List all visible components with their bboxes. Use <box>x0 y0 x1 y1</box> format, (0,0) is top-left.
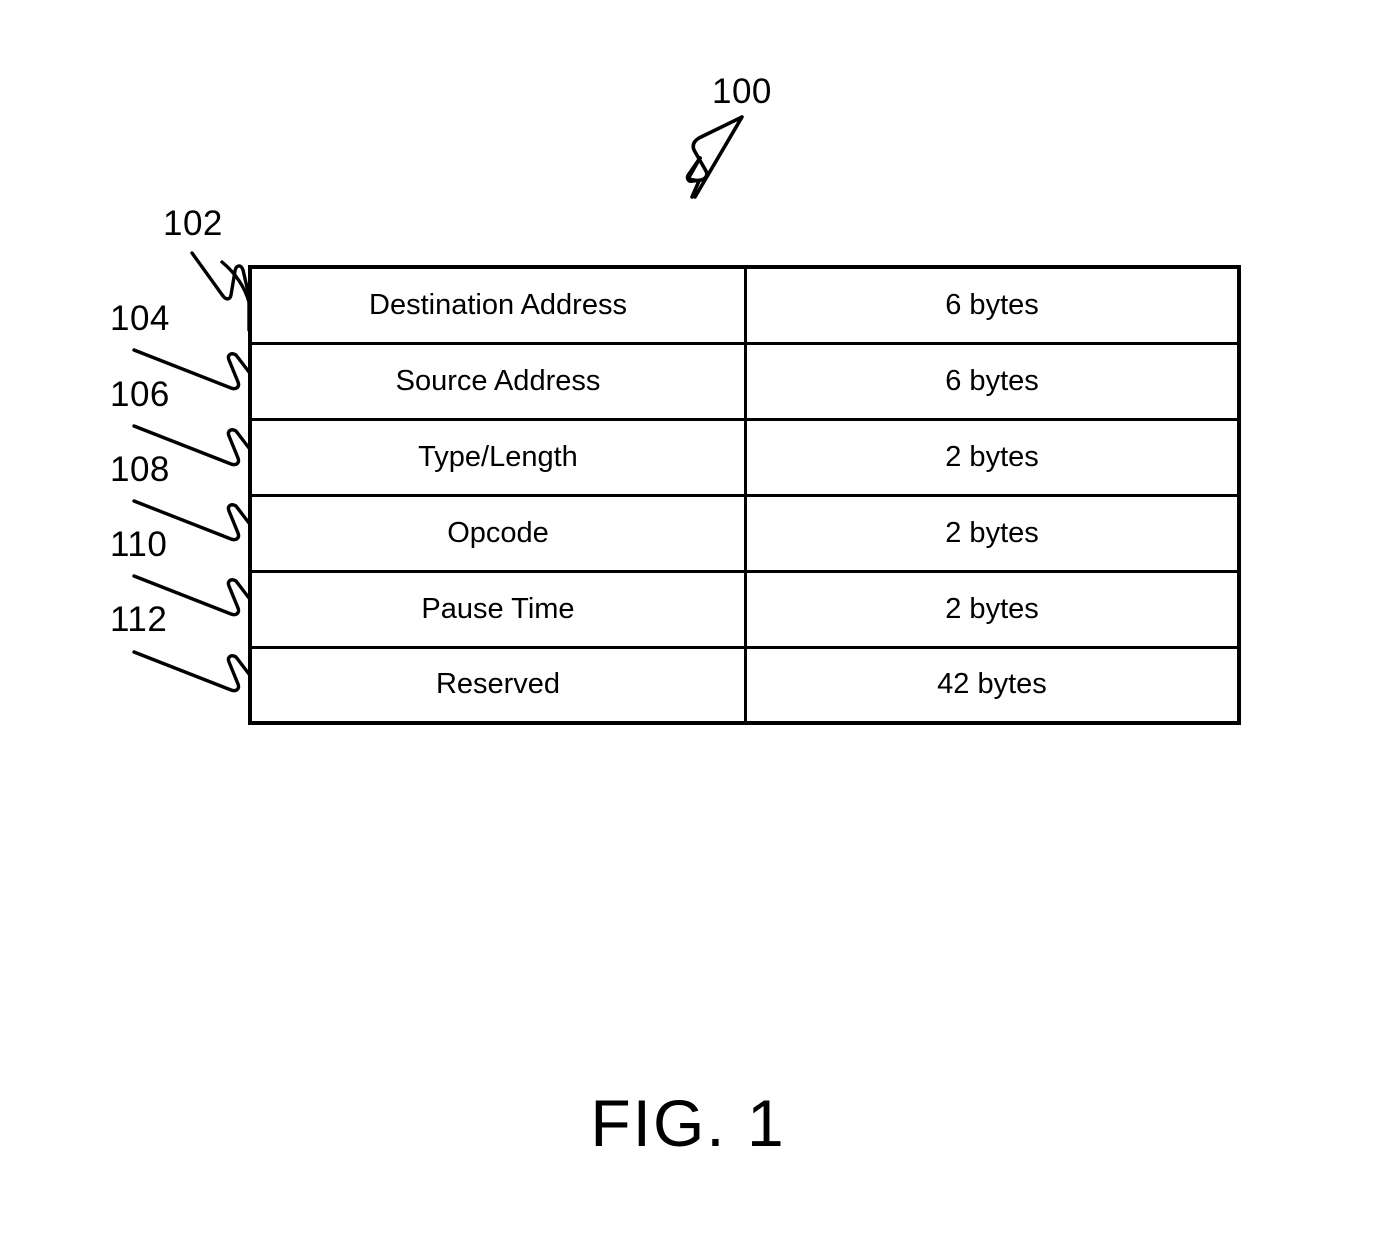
leader-line-112 <box>132 650 251 693</box>
table-row: Destination Address 6 bytes <box>248 265 1241 345</box>
field-size-cell: 42 bytes <box>744 645 1241 725</box>
table-row: Pause Time 2 bytes <box>248 569 1241 649</box>
field-name-cell: Pause Time <box>248 569 747 649</box>
reference-numeral-112: 112 <box>110 600 168 639</box>
field-name-cell: Opcode <box>248 493 747 573</box>
reference-numeral-100: 100 <box>712 72 772 111</box>
table-row: Opcode 2 bytes <box>248 493 1241 573</box>
field-name-cell: Source Address <box>248 341 747 421</box>
field-size-cell: 2 bytes <box>744 417 1241 497</box>
field-name-cell: Type/Length <box>248 417 747 497</box>
table-row: Source Address 6 bytes <box>248 341 1241 421</box>
pause-frame-structure-table: Destination Address 6 bytes Source Addre… <box>248 265 1241 725</box>
reference-numeral-108: 108 <box>110 450 170 489</box>
table-row: Reserved 42 bytes <box>248 645 1241 725</box>
table-row: Type/Length 2 bytes <box>248 417 1241 497</box>
field-size-cell: 2 bytes <box>744 493 1241 573</box>
reference-numeral-110: 110 <box>110 525 168 564</box>
reference-numeral-106: 106 <box>110 375 170 414</box>
field-name-cell: Reserved <box>248 645 747 725</box>
reference-numeral-102: 102 <box>163 204 223 243</box>
field-size-cell: 2 bytes <box>744 569 1241 649</box>
packet-table-body: Destination Address 6 bytes Source Addre… <box>248 265 1241 725</box>
reference-numeral-104: 104 <box>110 299 170 338</box>
field-size-cell: 6 bytes <box>744 341 1241 421</box>
figure-caption: FIG. 1 <box>590 1086 786 1160</box>
field-size-cell: 6 bytes <box>744 265 1241 345</box>
leader-line-102 <box>190 251 251 301</box>
field-name-cell: Destination Address <box>248 265 747 345</box>
